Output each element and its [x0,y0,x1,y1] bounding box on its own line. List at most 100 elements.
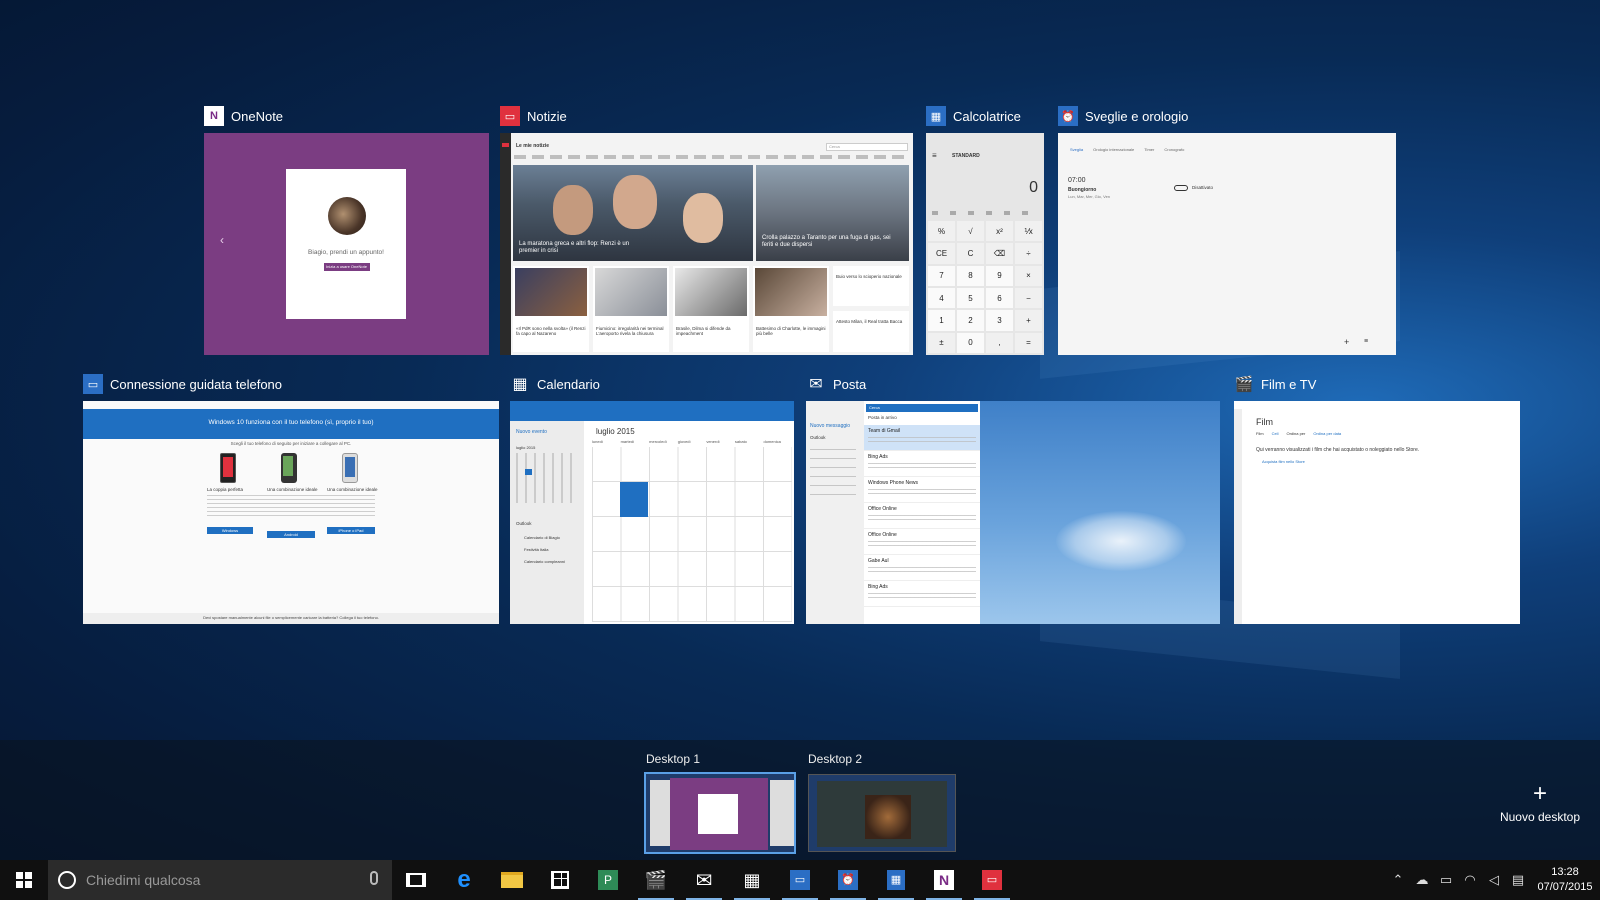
mail-message-row[interactable]: Windows Phone News [864,477,980,503]
window-title-posta[interactable]: ✉ Posta [806,373,866,395]
calc-key[interactable]: + [1015,310,1042,331]
calc-key[interactable]: 3 [986,310,1013,331]
add-alarm-icon[interactable]: + [1344,337,1349,347]
mail-message-row[interactable]: Bing Ads [864,581,980,607]
calc-key[interactable]: ÷ [1015,243,1042,264]
calc-key[interactable]: 0 [957,332,984,353]
chevron-up-icon[interactable]: ⌃ [1386,860,1410,900]
news-tile[interactable]: Brasile, Dilma si difende da impeachment [673,266,749,352]
sort-select[interactable]: Ordina per data [1313,431,1341,436]
calc-key[interactable]: , [986,332,1013,353]
calc-key[interactable]: 9 [986,265,1013,286]
mail-message-row[interactable]: Bing Ads [864,451,980,477]
calc-key[interactable]: ± [928,332,955,353]
onedrive-icon[interactable]: ☁ [1410,860,1434,900]
news-hero-photo-2[interactable]: Crolla palazzo a Taranto per una fuga di… [756,165,909,261]
calc-key[interactable]: 2 [957,310,984,331]
window-onenote[interactable]: ‹ Biagio, prendi un appunto! Inizia a us… [204,133,489,355]
taskbar-film[interactable]: 🎬 [632,860,680,900]
news-tile[interactable]: Battesimo di Charlotte, le immagini più … [753,266,829,352]
select-icon[interactable]: ≡ [1364,338,1368,345]
calc-key[interactable]: 4 [928,287,955,309]
microphone-icon[interactable] [370,871,378,885]
taskbar-edge[interactable]: e [440,860,488,900]
news-tile[interactable]: Buio verso lo scioperio nazionale [833,266,909,306]
taskbar-phone-companion[interactable]: P [584,860,632,900]
window-title-sveglie[interactable]: ⏰ Sveglie e orologio [1058,105,1188,127]
mail-message-row[interactable]: Office Online [864,503,980,529]
tab-cell[interactable]: Cell [1272,431,1279,436]
mail-message-row[interactable]: Office Online [864,529,980,555]
window-calendario[interactable]: Nuovo evento luglio 2015 Outlook Calenda… [510,401,794,624]
taskbar-store[interactable] [536,860,584,900]
calc-key[interactable]: √ [957,221,984,242]
news-search-input[interactable]: Cerca [826,143,908,151]
taskbar-calculator[interactable]: ▦ [872,860,920,900]
tab-timer[interactable]: Timer [1144,147,1154,152]
taskbar-onenote[interactable]: N [920,860,968,900]
alarm-toggle[interactable] [1174,185,1188,191]
mail-message-row[interactable]: Team di Gmail [864,425,980,451]
window-title-notizie[interactable]: ▭ Notizie [500,105,567,127]
taskbar-mail[interactable]: ✉ [680,860,728,900]
window-sveglie[interactable]: Sveglia Orologio internazionale Timer Cr… [1058,133,1396,355]
window-title-film[interactable]: 🎬 Film e TV [1234,373,1317,395]
taskbar-news[interactable]: ▭ [968,860,1016,900]
window-posta[interactable]: Nuovo messaggio Outlook Cerca Posta in a… [806,401,1220,624]
window-title-onenote[interactable]: N OneNote [204,105,283,127]
mail-message-row[interactable]: Gabe Aul [864,555,980,581]
window-notizie[interactable]: Le mie notizie Cerca La maratona greca e… [500,133,913,355]
iphone-button[interactable]: iPhone o iPad [327,527,375,534]
new-event-button[interactable]: Nuovo evento [516,429,547,435]
tab-orologio[interactable]: Orologio internazionale [1093,147,1134,152]
news-tile[interactable]: Fiumicino: irregolarità nei terminal L'a… [593,266,669,352]
wifi-icon[interactable]: ◠ [1458,860,1482,900]
window-title-connessione[interactable]: ▭ Connessione guidata telefono [83,373,282,395]
taskbar-connessione[interactable]: ▭ [776,860,824,900]
news-hero-photo[interactable]: La maratona greca e altri flop: Renzi è … [513,165,753,261]
taskbar-explorer[interactable] [488,860,536,900]
calc-key[interactable]: C [957,243,984,264]
calc-key[interactable]: 1 [928,310,955,331]
calc-key[interactable]: x² [986,221,1013,242]
search-box[interactable]: Chiedimi qualcosa [48,860,392,900]
calendar-item-3[interactable]: Calendario compleanni [524,559,565,564]
taskbar-calendar[interactable]: ▦ [728,860,776,900]
news-tile[interactable]: «Il PdR sono nella svolta» (il Renzi fa … [513,266,589,352]
start-button[interactable] [0,860,48,900]
film-store-link[interactable]: Acquista film nello Store [1262,459,1305,464]
calc-key[interactable]: ⅟x [1015,221,1042,242]
calc-key[interactable]: 6 [986,287,1013,309]
window-title-calcolatrice[interactable]: ▦ Calcolatrice [926,105,1021,127]
calc-key[interactable]: × [1015,265,1042,286]
calc-key[interactable]: CE [928,243,955,264]
mail-search-input[interactable]: Cerca [866,404,978,412]
clock[interactable]: 13:28 07/07/2015 [1530,865,1600,895]
taskbar-alarms[interactable]: ⏰ [824,860,872,900]
new-message-button[interactable]: Nuovo messaggio [810,423,850,429]
window-film[interactable]: Film Film Cell Ordina per Ordina per dat… [1234,401,1520,624]
tab-cronografo[interactable]: Cronografo [1164,147,1184,152]
calc-key[interactable]: 7 [928,265,955,286]
calc-key[interactable]: ⌫ [986,243,1013,264]
notifications-icon[interactable]: ▤ [1506,860,1530,900]
tab-sveglia[interactable]: Sveglia [1070,147,1083,152]
tab-film[interactable]: Film [1256,431,1264,436]
task-view-button[interactable] [392,860,440,900]
calc-key[interactable]: − [1015,287,1042,309]
news-tile[interactable]: Attesto Milan, il Real tratta Bacca [833,311,909,352]
volume-icon[interactable]: ◁ [1482,860,1506,900]
desktop-2-thumb[interactable] [808,774,956,852]
onenote-start-button[interactable]: Inizia a usare OneNote [324,263,370,271]
window-title-calendario[interactable]: ▦ Calendario [510,373,599,395]
calendar-item-1[interactable]: Calendario di Biagio [524,535,560,540]
calendar-item-2[interactable]: Festività Italia [524,547,548,552]
battery-icon[interactable]: ▭ [1434,860,1458,900]
new-desktop-button[interactable]: + Nuovo desktop [1490,782,1590,825]
desktop-1-thumb[interactable] [644,772,796,854]
window-calcolatrice[interactable]: ≡ STANDARD 0 % √ x² ⅟x CE C ⌫ ÷ 7 8 9 × 4 5 6− 1 2 3 + ±0, = [926,133,1044,355]
calc-key[interactable]: = [1015,332,1042,353]
calc-key[interactable]: 5 [957,287,984,309]
calc-key[interactable]: % [928,221,955,242]
calc-key[interactable]: 8 [957,265,984,286]
